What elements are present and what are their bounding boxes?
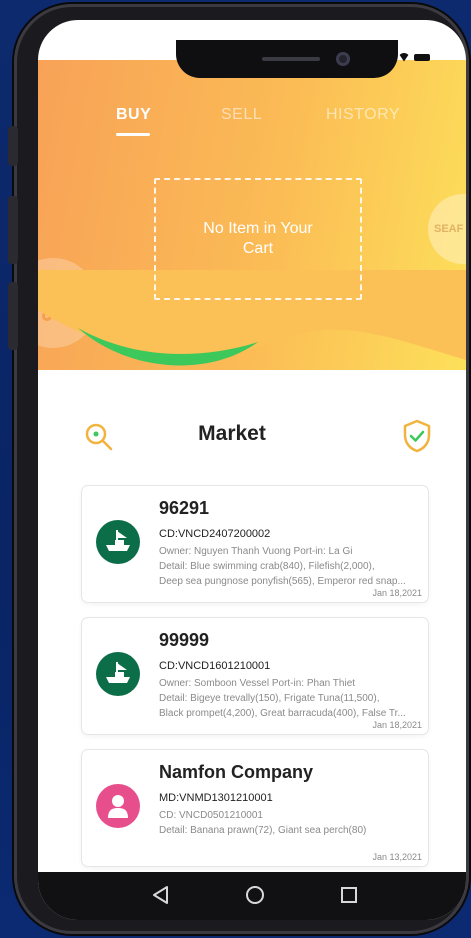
card-date: Jan 13,2021 (372, 852, 422, 862)
card-detail-more: Black prompet(4,200), Great barracuda(40… (159, 708, 406, 719)
vessel-icon (106, 530, 130, 551)
person-avatar (96, 784, 140, 828)
card-owner: Owner: Somboon Vessel Port-in: Phan Thie… (159, 678, 356, 689)
card-detail: Detail: Bigeye trevally(150), Frigate Tu… (159, 693, 380, 704)
card-detail-more: Deep sea pungnose ponyfish(565), Emperor… (159, 576, 406, 587)
recents-icon[interactable] (338, 884, 360, 906)
phone-side-button (8, 196, 18, 264)
card-owner: CD: VNCD0501210001 (159, 810, 263, 821)
market-card[interactable]: 99999 CD:VNCD1601210001 Owner: Somboon V… (82, 618, 428, 734)
vessel-icon (106, 662, 130, 683)
card-detail: Detail: Banana prawn(72), Giant sea perc… (159, 825, 367, 836)
tab-history[interactable]: HISTORY (326, 106, 400, 124)
market-card[interactable]: 96291 CD:VNCD2407200002 Owner: Nguyen Th… (82, 486, 428, 602)
seafood-badge-label: SEAF (434, 223, 464, 235)
battery-icon (414, 53, 430, 61)
tab-sell[interactable]: SELL (221, 106, 262, 124)
phone-side-button (8, 282, 18, 350)
market-card[interactable]: Namfon Company MD:VNMD1301210001 CD: VNC… (82, 750, 428, 866)
active-tab-indicator (116, 133, 150, 136)
verified-shield-icon[interactable] (400, 418, 434, 454)
app-screen: SEAF BUY SELL HISTORY No Item in Your Ca… (38, 20, 466, 920)
market-title: Market (198, 422, 266, 445)
back-icon[interactable] (150, 884, 172, 906)
home-icon[interactable] (244, 884, 266, 906)
market-header: Market (38, 416, 466, 456)
wifi-icon (398, 52, 410, 62)
empty-cart-message: No Item in Your Cart (203, 220, 313, 257)
card-date: Jan 18,2021 (372, 588, 422, 598)
speaker-grille (262, 57, 320, 61)
phone-notch (176, 40, 398, 78)
cart-drop-area[interactable]: No Item in Your Cart (154, 178, 362, 300)
card-owner: Owner: Nguyen Thanh Vuong Port-in: La Gi (159, 546, 353, 557)
card-code: CD:VNCD1601210001 (159, 660, 271, 672)
card-code: CD:VNCD2407200002 (159, 528, 271, 540)
seafood-badge: SEAF (428, 194, 466, 264)
tab-buy[interactable]: BUY (116, 106, 151, 124)
card-detail: Detail: Blue swimming crab(840), Filefis… (159, 561, 375, 572)
phone-side-button (8, 126, 18, 166)
vessel-avatar (96, 652, 140, 696)
tab-bar: BUY SELL HISTORY (38, 106, 466, 136)
card-date: Jan 18,2021 (372, 720, 422, 730)
person-icon (108, 795, 128, 818)
vessel-avatar (96, 520, 140, 564)
card-title: 96291 (159, 498, 210, 518)
card-title: 99999 (159, 630, 210, 650)
card-code: MD:VNMD1301210001 (159, 792, 273, 804)
android-nav-bar (38, 872, 466, 920)
card-title: Namfon Company (159, 762, 314, 782)
camera-icon (336, 52, 350, 66)
